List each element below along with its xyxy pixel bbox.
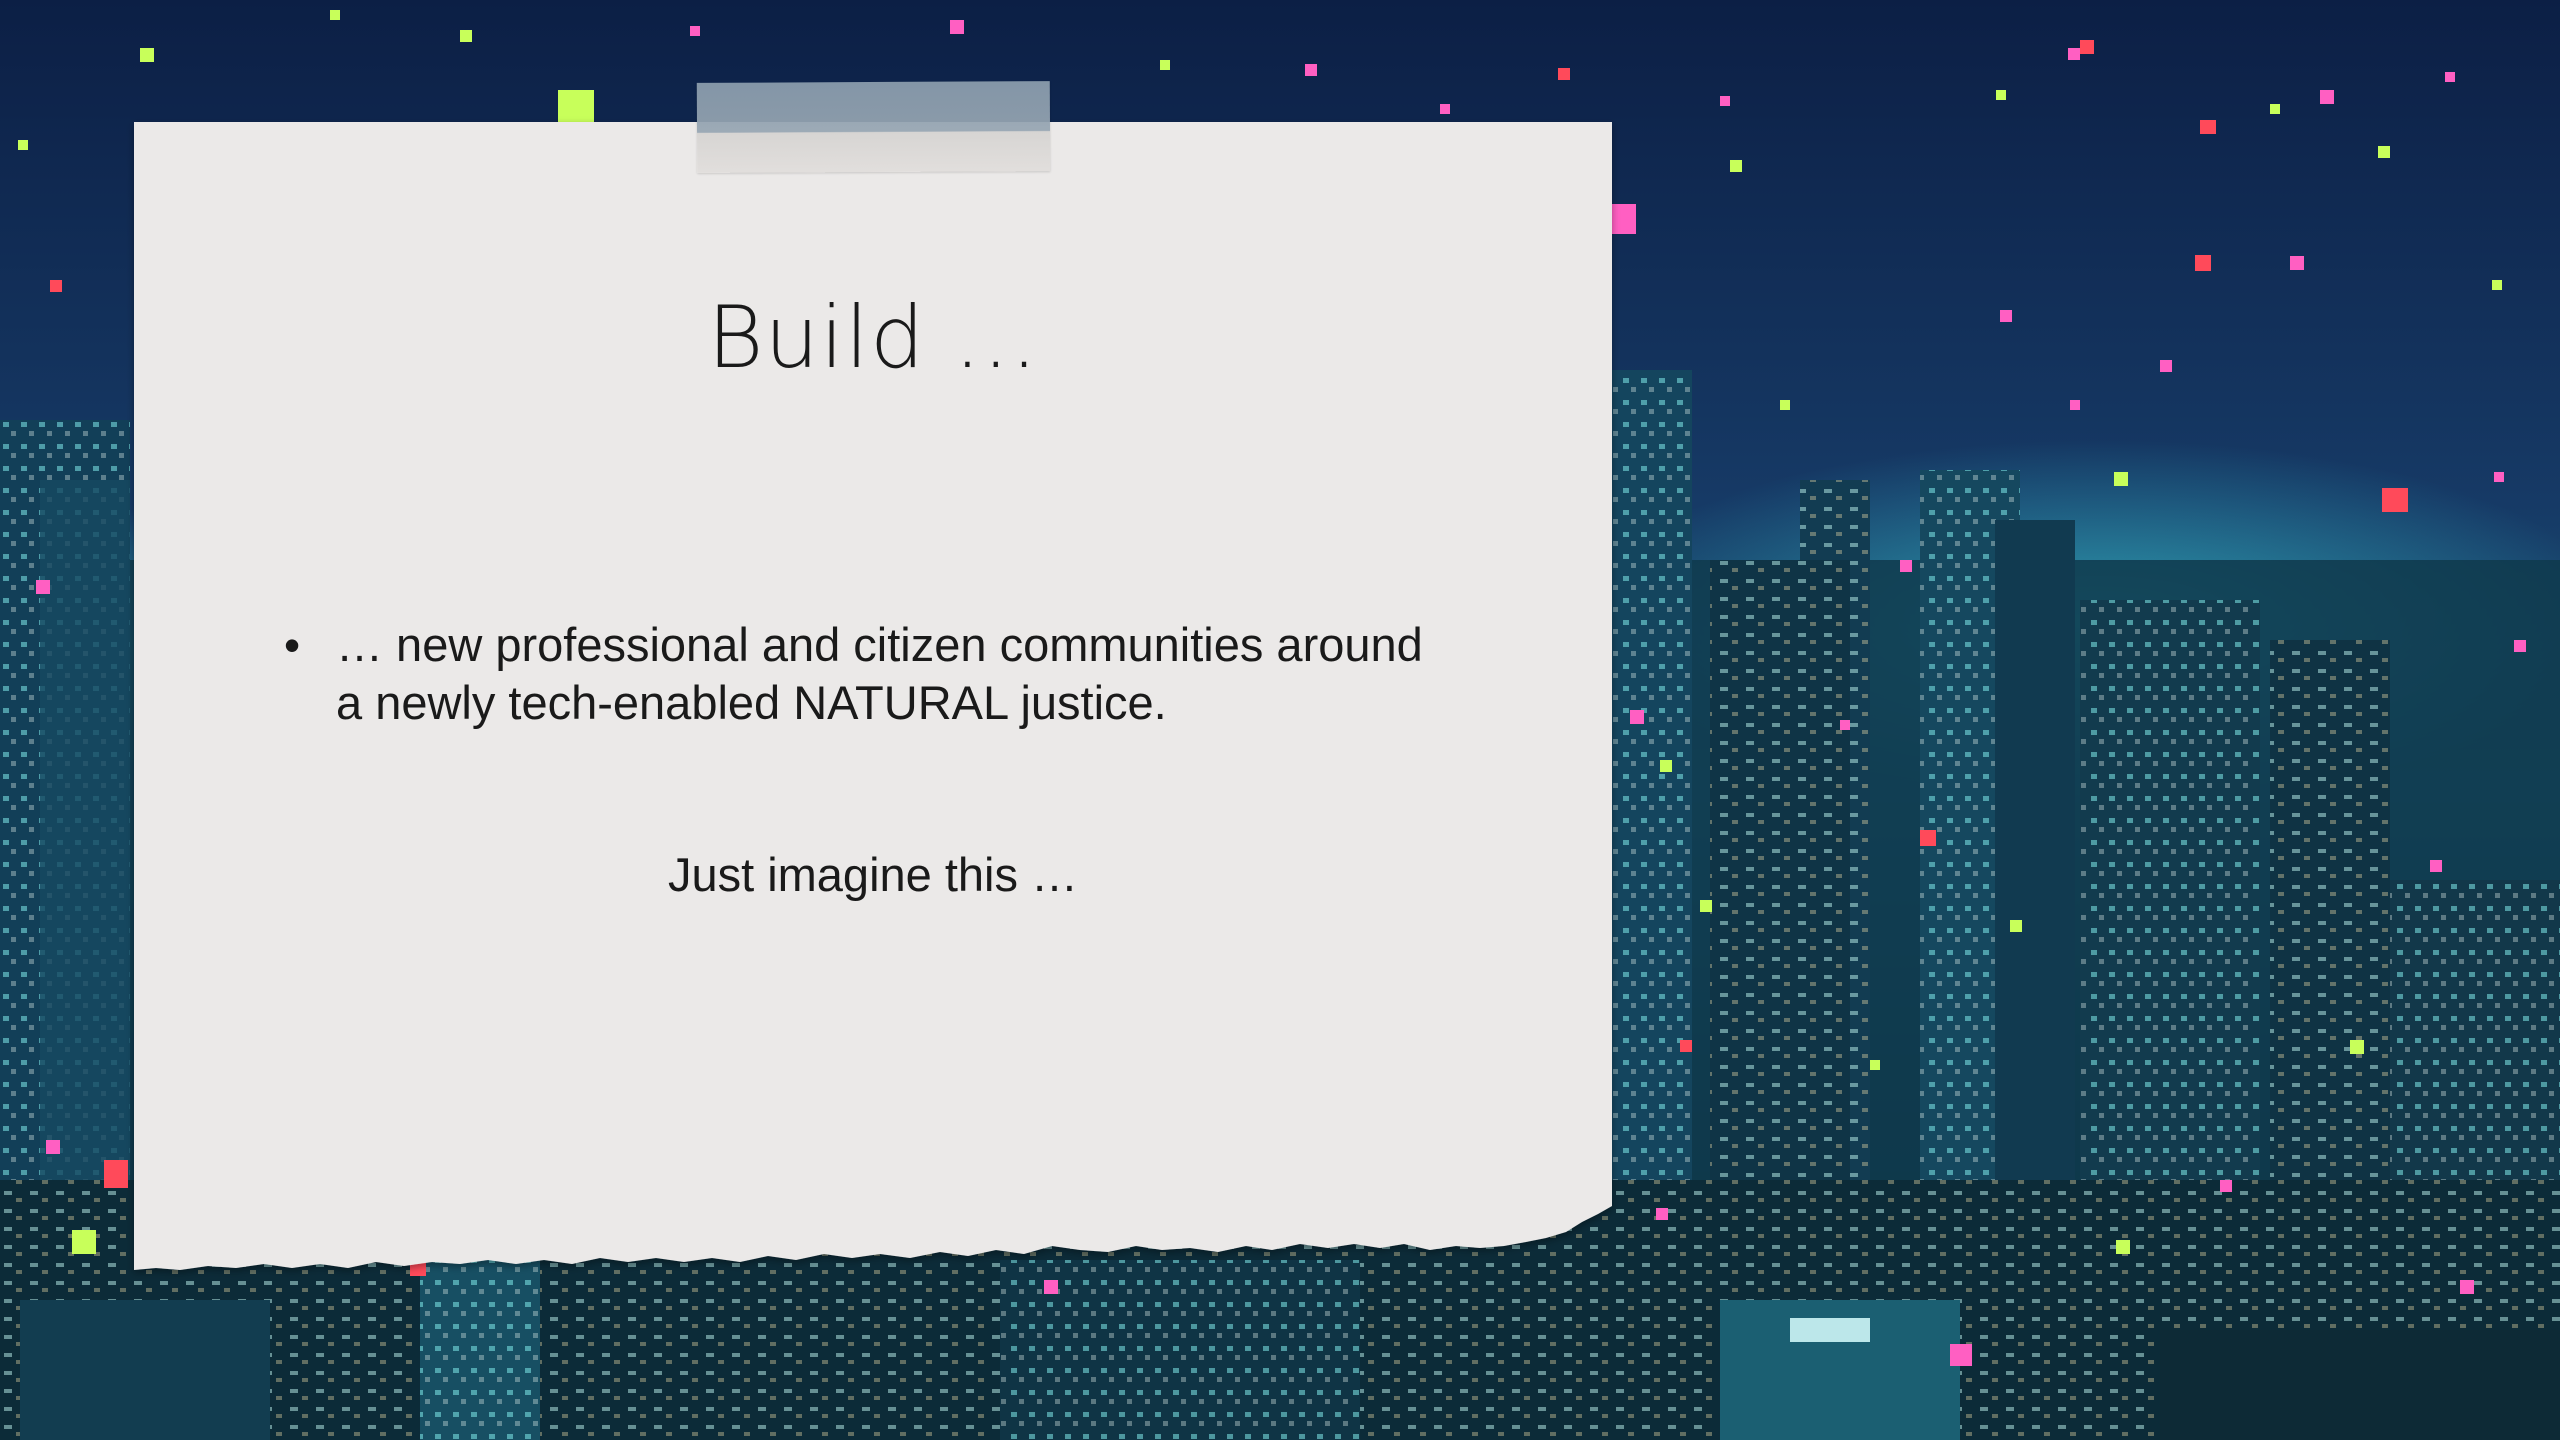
presentation-slide: Build ... • … new professional and citiz… — [0, 0, 2560, 1440]
bullet-list-item: • … new professional and citizen communi… — [284, 616, 1434, 732]
bullet-point-icon: • — [284, 619, 301, 671]
bullet-text: … new professional and citizen communiti… — [336, 618, 1423, 729]
masking-tape — [696, 81, 1051, 173]
subtext: Just imagine this … — [667, 848, 1079, 901]
slide-title: Build ... — [707, 288, 1039, 388]
